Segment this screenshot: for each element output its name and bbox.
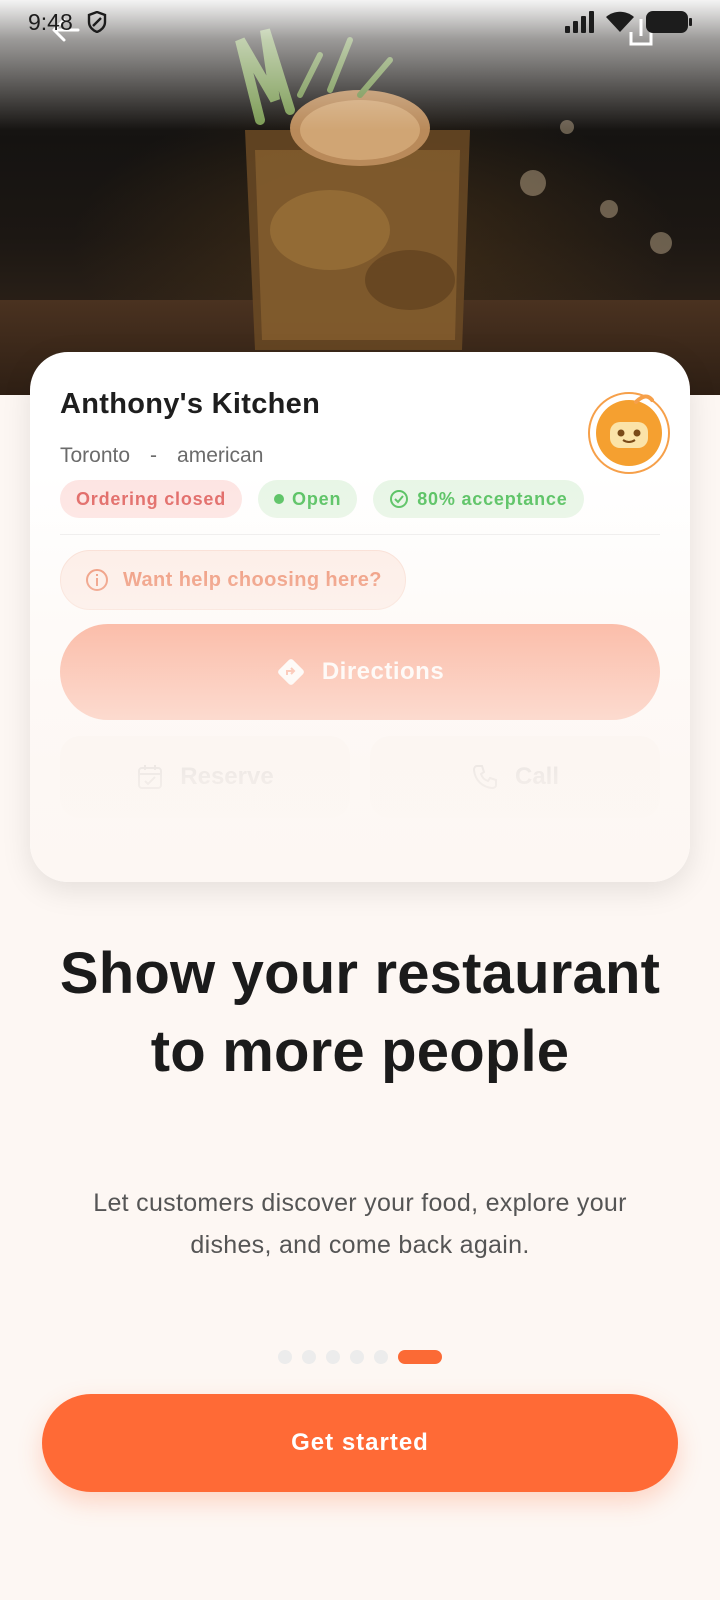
wifi-icon: [606, 11, 634, 32]
calendar-icon: [138, 765, 163, 789]
get-started-button[interactable]: Get started: [42, 1394, 678, 1492]
reserve-button[interactable]: Reserve: [60, 736, 350, 818]
restaurant-name: Anthony's Kitchen: [60, 388, 321, 420]
robot-mascot-icon: [588, 392, 670, 474]
restaurant-city: Toronto: [60, 444, 131, 467]
status-time: 9:48: [28, 8, 73, 35]
call-button[interactable]: Call: [370, 736, 660, 818]
shield-icon: [87, 11, 106, 33]
directions-button[interactable]: Directions: [60, 624, 660, 720]
signal-icon: [565, 11, 594, 33]
pager-dot: [302, 1350, 316, 1364]
open-label: Open: [292, 488, 342, 509]
status-bar: 9:48: [0, 0, 720, 44]
reserve-label: Reserve: [180, 763, 274, 790]
restaurant-card: Anthony's Kitchen Toronto - american Ord…: [30, 352, 690, 882]
open-chip: Open: [258, 480, 358, 518]
check-badge-icon: [390, 490, 409, 508]
ordering-closed-chip: Ordering closed: [60, 480, 243, 518]
acceptance-label: 80% acceptance: [417, 488, 568, 509]
restaurant-meta: Toronto - american: [60, 444, 263, 468]
status-right: [564, 10, 692, 34]
onboarding-subtitle: Let customers discover your food, explor…: [93, 1189, 627, 1259]
hero-photo: [0, 0, 720, 395]
restaurant-cuisine: american: [177, 444, 264, 467]
phone-icon: [472, 765, 497, 790]
ordering-closed-label: Ordering closed: [76, 488, 227, 509]
pager-dot: [326, 1350, 340, 1364]
battery-icon: [646, 11, 692, 33]
meta-separator: -: [150, 444, 158, 467]
info-icon: [86, 569, 108, 591]
onboarding-headline: Show your restaurant to more people: [59, 941, 661, 1084]
status-left: 9:48: [28, 9, 107, 36]
directions-label: Directions: [321, 658, 445, 685]
pager-dot: [350, 1350, 364, 1364]
directions-icon: [277, 659, 304, 685]
pager-dot: [278, 1350, 292, 1364]
card-divider: [60, 534, 660, 535]
pager-dot: [374, 1350, 388, 1364]
acceptance-chip: 80% acceptance: [373, 480, 584, 518]
call-label: Call: [514, 763, 559, 790]
page-indicator: [0, 1350, 720, 1364]
help-choosing-label: Want help choosing here?: [123, 568, 382, 591]
open-dot-icon: [274, 494, 285, 504]
help-choosing-button[interactable]: Want help choosing here?: [60, 550, 406, 610]
status-chips: Ordering closed Open 80% acceptance: [60, 480, 584, 518]
pager-dot-active: [398, 1350, 442, 1364]
